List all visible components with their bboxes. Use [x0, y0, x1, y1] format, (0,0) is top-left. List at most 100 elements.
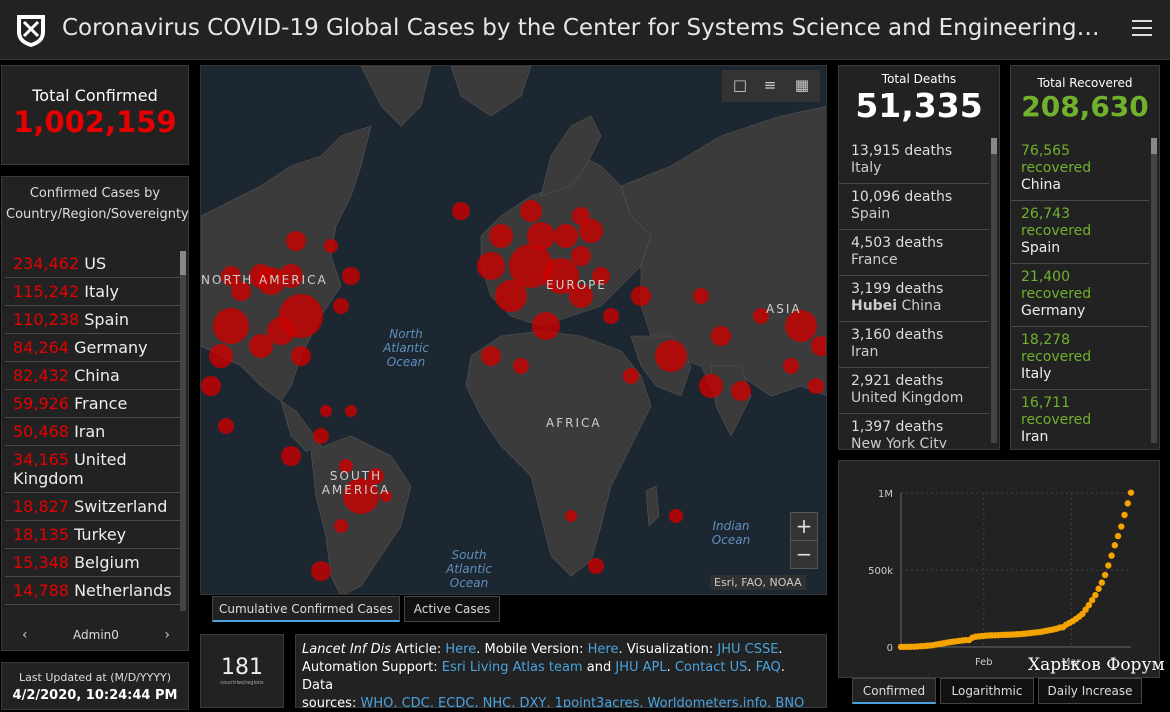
country-row[interactable]: 18,827 Switzerland [5, 493, 181, 521]
country-row[interactable]: 34,165 United Kingdom [5, 446, 181, 493]
zoom-out-button[interactable]: − [791, 541, 817, 569]
recovered-place: Spain [1021, 240, 1061, 256]
recovered-row[interactable]: 21,400 recovered Germany [1011, 264, 1149, 327]
contact-link[interactable]: Contact US [675, 660, 747, 675]
ocean-label-indian: Indian Ocean [711, 519, 751, 547]
continent-label-africa: AFRICA [546, 416, 602, 430]
chart-point [1127, 489, 1135, 496]
country-row[interactable]: 14,788 Netherlands [5, 577, 181, 605]
deaths-row[interactable]: 1,397 deathsNew York City New York US [839, 414, 989, 448]
recovered-row[interactable]: 16,711 recovered Iran [1011, 390, 1149, 448]
article-link[interactable]: Here [445, 642, 476, 657]
recovered-place: Italy [1021, 366, 1052, 382]
country-name: Turkey [74, 525, 127, 544]
chart-point [1098, 579, 1106, 586]
sources-label: sources: [302, 696, 357, 708]
deaths-row[interactable]: 13,915 deaths Italy [839, 138, 989, 184]
total-deaths-value: 51,335 [855, 86, 983, 125]
tab-logarithmic[interactable]: Logarithmic [940, 678, 1034, 704]
total-recovered-panel: Total Recovered 208,630 76,565 recovered… [1010, 65, 1160, 450]
country-count: 110,238 [13, 310, 80, 329]
list-icon[interactable]: ≡ [760, 76, 780, 96]
country-row[interactable]: 82,432 China [5, 362, 181, 390]
country-row[interactable]: 115,242 Italy [5, 278, 181, 306]
recovered-count: 76,565 recovered [1021, 143, 1092, 176]
country-row[interactable]: 234,462 US [5, 250, 181, 278]
recovered-list: 76,565 recovered China 26,743 recovered Spa… [1011, 138, 1149, 448]
deaths-count: 3,160 deaths [851, 327, 944, 343]
recovered-place: China [1021, 177, 1061, 193]
country-row[interactable]: 59,926 France [5, 390, 181, 418]
deaths-scrollbar[interactable] [991, 138, 997, 443]
automation-label: Automation Support: [302, 660, 438, 675]
deaths-count: 10,096 deaths [851, 189, 953, 205]
tab-confirmed[interactable]: Confirmed [852, 678, 936, 704]
chart-point [1095, 585, 1102, 592]
country-row[interactable]: 15,348 Belgium [5, 549, 181, 577]
country-count: 50,468 [13, 422, 69, 441]
basemap-gallery-icon[interactable]: ▦ [792, 76, 812, 96]
country-row[interactable]: 110,238 Spain [5, 306, 181, 334]
deaths-row[interactable]: 10,096 deaths Spain [839, 184, 989, 230]
automation-and: and [586, 660, 612, 675]
confirmed-list-header: Confirmed Cases by Country/Region/Sovere… [6, 186, 189, 222]
country-name: US [84, 254, 107, 273]
esri-link[interactable]: Esri Living Atlas team [442, 660, 583, 675]
country-name: Italy [84, 282, 119, 301]
country-row[interactable]: 18,135 Turkey [5, 521, 181, 549]
deaths-row[interactable]: 3,160 deaths Iran [839, 322, 989, 368]
chart-point [1108, 552, 1115, 559]
recovered-row[interactable]: 26,743 recovered Spain [1011, 201, 1149, 264]
tab-daily-increase[interactable]: Daily Increase [1038, 678, 1142, 704]
deaths-count: 1,397 deaths [851, 419, 944, 435]
country-name: France [74, 394, 128, 413]
mobile-link[interactable]: Here [588, 642, 619, 657]
data-label: Data [302, 678, 334, 693]
map-attribution[interactable]: Esri, FAO, NOAA [710, 575, 806, 590]
deaths-place: China [901, 298, 942, 314]
countries-count-label: countries/regions [220, 680, 264, 686]
chart-point [1121, 511, 1128, 519]
country-name: China [74, 366, 120, 385]
last-updated-panel: Last Updated at (M/D/YYYY) 4/2/2020, 10:… [1, 662, 189, 710]
deaths-count: 13,915 deaths [851, 143, 953, 159]
article-label: Article: [395, 642, 442, 657]
total-deaths-label: Total Deaths [881, 72, 957, 86]
last-updated-label: Last Updated at (M/D/YYYY) [18, 671, 172, 684]
source-journal: Lancet Inf Dis [302, 642, 392, 657]
tab-cumulative-confirmed[interactable]: Cumulative Confirmed Cases [212, 596, 400, 622]
country-row[interactable]: 84,264 Germany [5, 334, 181, 362]
deaths-row[interactable]: 2,921 deaths United Kingdom [839, 368, 989, 414]
watermark-text: Харьков Форум [1028, 655, 1165, 675]
world-map[interactable]: NORTH AMERICA EUROPE ASIA AFRICA SOUTH A… [200, 65, 827, 595]
chart-point [1111, 542, 1119, 549]
hamburger-menu-icon[interactable] [1132, 20, 1152, 36]
country-row[interactable]: 50,468 Iran [5, 418, 181, 446]
cases-chart: 0 500k 1M Feb Mar [838, 460, 1160, 678]
country-count: 34,165 [13, 450, 69, 469]
country-count: 82,432 [13, 366, 69, 385]
visualization-label: Visualization: [626, 642, 714, 657]
zoom-in-button[interactable]: + [791, 513, 817, 541]
pager-next-icon[interactable]: › [164, 627, 170, 643]
deaths-row[interactable]: 3,199 deaths Hubei China [839, 276, 989, 322]
visualization-link[interactable]: JHU CSSE [717, 642, 778, 657]
sources-links[interactable]: WHO, CDC, ECDC, NHC, DXY, 1point3acres, … [360, 696, 804, 707]
pager-label: Admin0 [73, 628, 119, 642]
total-confirmed-label: Total Confirmed [32, 86, 158, 105]
recovered-place: Iran [1021, 429, 1049, 445]
tab-active-cases[interactable]: Active Cases [404, 596, 500, 622]
deaths-list: 13,915 deaths Italy 10,096 deaths Spain 4,50… [839, 138, 989, 448]
recovered-row[interactable]: 18,278 recovered Italy [1011, 327, 1149, 390]
recovered-row[interactable]: 76,565 recovered China [1011, 138, 1149, 201]
jhu-apl-link[interactable]: JHU APL [615, 660, 666, 675]
deaths-place: France [851, 252, 898, 268]
recovered-scrollbar[interactable] [1151, 138, 1157, 443]
faq-link[interactable]: FAQ [756, 660, 781, 675]
continent-label-south-america: SOUTH AMERICA [321, 469, 391, 497]
bookmark-icon[interactable]: □ [730, 76, 750, 96]
list-pager: ‹ Admin0 › [14, 622, 178, 648]
deaths-row[interactable]: 4,503 deaths France [839, 230, 989, 276]
chart-y-tick-label: 500k [868, 566, 893, 577]
mobile-label: Mobile Version: [484, 642, 584, 657]
